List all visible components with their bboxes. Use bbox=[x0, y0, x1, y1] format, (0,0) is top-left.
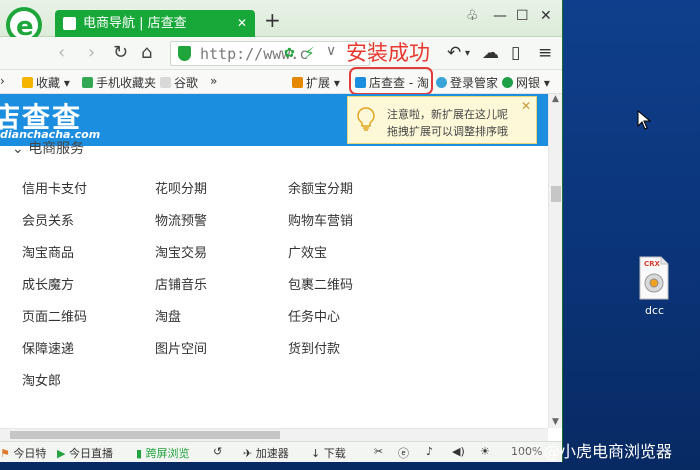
service-link[interactable]: 信用卡支付 bbox=[22, 178, 87, 197]
status-screenshot-icon[interactable]: ✂ bbox=[374, 445, 383, 458]
back-button[interactable]: ‹ bbox=[58, 42, 65, 63]
download-icon: ↓ bbox=[311, 447, 321, 460]
security-shield-icon bbox=[178, 46, 191, 61]
service-link[interactable]: 保障速递 bbox=[22, 338, 74, 357]
title-bar: e 电商导航 | 店查查 ✕ + ♧ — ☐ ✕ bbox=[0, 0, 562, 43]
close-window-button[interactable]: ✕ bbox=[540, 8, 552, 24]
phone-icon[interactable]: ▯ bbox=[511, 43, 520, 63]
service-link[interactable]: 会员关系 bbox=[22, 210, 74, 229]
undo-icon[interactable]: ↶ bbox=[447, 43, 461, 63]
status-accelerator[interactable]: ✈ 加速器 bbox=[243, 445, 289, 461]
popup-close-icon[interactable]: ✕ bbox=[521, 99, 531, 113]
service-link[interactable]: 页面二维码 bbox=[22, 306, 87, 325]
tab-favicon-icon bbox=[63, 17, 76, 30]
bookmark-google[interactable]: 谷歌 bbox=[160, 74, 198, 91]
status-brightness-icon[interactable]: ☀ bbox=[480, 445, 490, 458]
bookmark-favorites[interactable]: 收藏 ▾ bbox=[22, 74, 70, 91]
extension-tip-popup: 注意啦，新扩展在这儿呢 拖拽扩展可以调整排序哦 ✕ bbox=[347, 96, 537, 144]
bookmark-mobile[interactable]: 手机收藏夹 bbox=[82, 74, 156, 91]
service-link[interactable]: 包裹二维码 bbox=[288, 274, 353, 293]
status-sound-icon[interactable]: ◀) bbox=[452, 445, 465, 458]
service-link[interactable]: 成长魔方 bbox=[22, 274, 74, 293]
lightbulb-icon bbox=[357, 107, 375, 131]
new-tab-button[interactable]: + bbox=[264, 8, 281, 32]
popup-text-line2: 拖拽扩展可以调整排序哦 bbox=[387, 125, 508, 138]
home-button[interactable]: ⌂ bbox=[141, 42, 152, 63]
watermark: 头条@小虎电商浏览器 bbox=[512, 442, 673, 461]
service-link[interactable]: 购物车营销 bbox=[288, 210, 353, 229]
shield-icon bbox=[502, 77, 513, 88]
extension-bank[interactable]: 网银 ▾ bbox=[502, 74, 550, 91]
phone-icon bbox=[82, 77, 93, 88]
gear-icon[interactable]: ✿ bbox=[284, 46, 295, 61]
bookmarks-arrow-icon[interactable]: › bbox=[0, 74, 5, 88]
crx-file-icon[interactable]: CRX bbox=[638, 256, 670, 300]
scroll-down-icon[interactable]: ▼ bbox=[552, 417, 559, 427]
address-row: ‹ › ↻ ⌂ http://www.c ✿ ⚡ ∨ 安装成功 ↶ ▾ ☁ ▯ … bbox=[0, 37, 562, 70]
desktop-file-label[interactable]: dcc bbox=[645, 304, 664, 317]
service-link[interactable]: 淘女郎 bbox=[22, 370, 61, 389]
undo-dropdown-icon[interactable]: ▾ bbox=[465, 48, 470, 59]
star-icon bbox=[22, 77, 33, 88]
lightning-icon[interactable]: ⚡ bbox=[304, 44, 315, 62]
puzzle-icon bbox=[292, 77, 303, 88]
service-link[interactable]: 淘宝商品 bbox=[22, 242, 74, 261]
tab-title: 电商导航 | 店查查 bbox=[83, 16, 187, 31]
browser-window: e 电商导航 | 店查查 ✕ + ♧ — ☐ ✕ ‹ › ↻ ⌂ http://… bbox=[0, 0, 563, 462]
extensions-menu[interactable]: 扩展 ▾ bbox=[292, 74, 340, 91]
menu-icon[interactable]: ≡ bbox=[538, 43, 552, 63]
tab-active[interactable]: 电商导航 | 店查查 ✕ bbox=[55, 10, 255, 37]
user-icon bbox=[436, 77, 447, 88]
extension-highlight-box bbox=[349, 67, 433, 95]
service-list: ⌄ 电商服务 信用卡支付 花呗分期 余额宝分期会员关系 物流预警 购物车营销淘宝商品 淘宝… bbox=[0, 141, 548, 428]
tab-close-icon[interactable]: ✕ bbox=[237, 10, 247, 37]
install-success-annotation: 安装成功 bbox=[346, 41, 430, 65]
status-mute-icon[interactable]: ♪ bbox=[426, 445, 433, 458]
service-link[interactable]: 花呗分期 bbox=[155, 178, 207, 197]
extension-login-manager[interactable]: 登录管家 bbox=[436, 74, 498, 91]
status-cross-screen[interactable]: ▮ 跨屏浏览 bbox=[136, 445, 190, 461]
page-icon bbox=[160, 77, 171, 88]
refresh-button[interactable]: ↻ bbox=[113, 42, 128, 63]
minimize-button[interactable]: — bbox=[493, 8, 507, 24]
maximize-button[interactable]: ☐ bbox=[516, 8, 529, 24]
service-link[interactable]: 广效宝 bbox=[288, 242, 327, 261]
horizontal-scrollbar[interactable] bbox=[0, 428, 548, 441]
service-link[interactable]: 任务中心 bbox=[288, 306, 340, 325]
bookmarks-overflow[interactable]: » bbox=[210, 74, 217, 88]
status-today-special[interactable]: ⚑ 今日特 bbox=[0, 445, 46, 461]
service-link[interactable]: 淘盘 bbox=[155, 306, 181, 325]
service-link[interactable]: 物流预警 bbox=[155, 210, 207, 229]
skin-icon[interactable]: ♧ bbox=[466, 8, 479, 24]
popup-text-line1: 注意啦，新扩展在这儿呢 bbox=[387, 108, 508, 121]
cloud-icon[interactable]: ☁ bbox=[482, 43, 499, 63]
crx-badge: CRX bbox=[644, 260, 661, 268]
scroll-up-icon[interactable]: ▲ bbox=[552, 94, 559, 104]
mouse-cursor-icon bbox=[637, 110, 651, 130]
rocket-icon: ✈ bbox=[243, 447, 253, 460]
service-link[interactable]: 货到付款 bbox=[288, 338, 340, 357]
status-today-live[interactable]: ▶ 今日直播 bbox=[57, 445, 113, 461]
bookmarks-bar: › 收藏 ▾ 手机收藏夹 谷歌 » 扩展 ▾ 店查查 - 淘 登录管家 网银 ▾ bbox=[0, 70, 562, 94]
status-bar: ⚑ 今日特 ▶ 今日直播 ▮ 跨屏浏览 ↺ ✈ 加速器 ↓ 下载 ✂ ⓔ ♪ ◀… bbox=[0, 441, 562, 462]
play-icon: ▶ bbox=[57, 447, 66, 460]
status-ie-icon[interactable]: ⓔ bbox=[398, 445, 409, 461]
scrollbar-thumb[interactable] bbox=[551, 186, 561, 202]
horizontal-scrollbar-thumb[interactable] bbox=[10, 431, 280, 439]
hot-icon: ⚑ bbox=[0, 447, 10, 460]
vertical-scrollbar[interactable]: ▲ ▼ bbox=[548, 94, 562, 428]
address-bar[interactable]: http://www.c ✿ ⚡ ∨ bbox=[170, 41, 370, 66]
chevron-down-icon[interactable]: ∨ bbox=[326, 43, 336, 59]
section-heading: ⌄ 电商服务 bbox=[12, 141, 85, 157]
status-history-icon[interactable]: ↺ bbox=[213, 445, 222, 458]
service-link[interactable]: 图片空间 bbox=[155, 338, 207, 357]
service-link[interactable]: 店铺音乐 bbox=[155, 274, 207, 293]
status-download[interactable]: ↓ 下载 bbox=[311, 445, 346, 461]
phone-icon: ▮ bbox=[136, 447, 143, 460]
forward-button[interactable]: › bbox=[88, 42, 95, 63]
service-link[interactable]: 余额宝分期 bbox=[288, 178, 353, 197]
service-link[interactable]: 淘宝交易 bbox=[155, 242, 207, 261]
